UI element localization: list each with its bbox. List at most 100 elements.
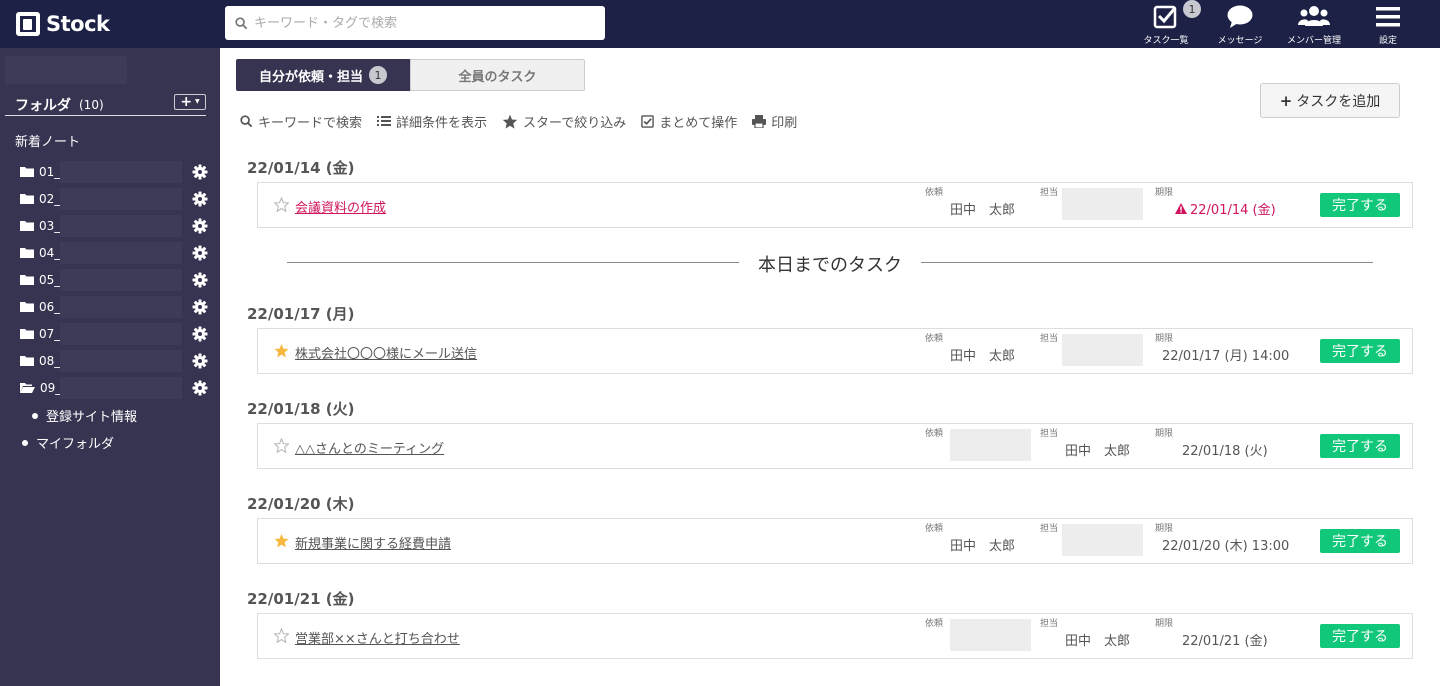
logo-icon: [16, 12, 40, 36]
plus-icon: +: [180, 94, 193, 110]
star-filled-icon[interactable]: [274, 343, 289, 358]
nav-settings-label: 設定: [1378, 36, 1397, 46]
folder-name-hidden: [60, 215, 182, 237]
task-title-link[interactable]: 営業部××さんと打ち合わせ: [295, 628, 460, 647]
requester-name: 田中 太郎: [950, 539, 1016, 554]
due-date-text: 22/01/20 (木) 13:00: [1162, 539, 1290, 554]
bulk-action-button[interactable]: まとめて操作: [641, 112, 737, 131]
print-button[interactable]: 印刷: [752, 112, 797, 131]
sidebar-folder-item[interactable]: 07_: [20, 323, 210, 345]
my-folder-label: マイフォルダ: [36, 437, 115, 452]
sidebar-item-my-folder[interactable]: マイフォルダ: [22, 433, 114, 452]
sidebar-folder-item[interactable]: 06_: [20, 296, 210, 318]
folder-count: (10): [79, 97, 104, 112]
gear-icon[interactable]: [192, 380, 208, 396]
star-filled-icon[interactable]: [274, 533, 289, 548]
add-task-button[interactable]: + タスクを追加: [1260, 83, 1400, 118]
star-outline-icon[interactable]: [274, 197, 289, 212]
gear-icon[interactable]: [192, 299, 208, 315]
app-logo[interactable]: Stock: [16, 10, 110, 38]
requester-avatar-placeholder: [950, 429, 1031, 461]
task-title-link[interactable]: 株式会社〇〇〇様にメール送信: [295, 343, 477, 362]
folder-name-hidden: [60, 296, 182, 318]
requester-name: 田中 太郎: [950, 203, 1016, 218]
requester-label: 依頼: [925, 429, 944, 439]
gear-icon[interactable]: [192, 326, 208, 342]
keyword-search-button[interactable]: キーワードで検索: [240, 112, 362, 131]
warning-icon: [1175, 203, 1187, 214]
search-input[interactable]: [254, 15, 594, 31]
advanced-filter-button[interactable]: 詳細条件を表示: [377, 112, 487, 131]
task-row: △△さんとのミーティング 依頼 担当 期限 田中 太郎 22/01/18 (火) 完了する: [257, 423, 1413, 469]
sidebar-folder-item[interactable]: 03_: [20, 215, 210, 237]
due-date-text: 22/01/18 (火): [1182, 444, 1268, 459]
folder-name-hidden: [60, 377, 182, 399]
folder-icon: [20, 329, 34, 339]
bullet-icon: [22, 439, 28, 446]
task-title-link[interactable]: △△さんとのミーティング: [295, 438, 444, 457]
task-toolbar: キーワードで検索 詳細条件を表示 スターで絞り込み まとめて操作 印刷: [240, 111, 812, 131]
sidebar-folder-item[interactable]: 09_: [20, 377, 210, 399]
sidebar-folder-item[interactable]: 04_: [20, 242, 210, 264]
gear-icon[interactable]: [192, 218, 208, 234]
sidebar-folder-item[interactable]: 08_: [20, 350, 210, 372]
gear-icon[interactable]: [192, 245, 208, 261]
chat-bubble-icon: [1227, 5, 1253, 28]
folder-icon: [20, 221, 34, 231]
search-box[interactable]: [225, 6, 605, 40]
assignee-label: 担当: [1040, 188, 1059, 198]
nav-settings[interactable]: 設定: [1362, 0, 1414, 48]
complete-task-button[interactable]: 完了する: [1320, 529, 1400, 553]
gear-icon[interactable]: [192, 164, 208, 180]
gear-icon[interactable]: [192, 272, 208, 288]
date-heading: 22/01/18 (火): [247, 400, 355, 418]
folder-icon: [20, 356, 34, 366]
bullet-icon: [32, 412, 38, 419]
gear-icon[interactable]: [192, 191, 208, 207]
complete-task-button[interactable]: 完了する: [1320, 339, 1400, 363]
nav-messages-label: メッセージ: [1217, 36, 1263, 46]
complete-task-button[interactable]: 完了する: [1320, 193, 1400, 217]
tab-mine-label: 自分が依頼・担当: [258, 69, 363, 85]
folder-name: 03_: [39, 219, 61, 233]
tab-all-label: 全員のタスク: [458, 69, 537, 85]
sidebar-item-new-notes[interactable]: 新着ノート: [15, 131, 80, 150]
subfolder-item[interactable]: 登録サイト情報: [32, 406, 137, 425]
folder-name-hidden: [60, 323, 182, 345]
requester-label: 依頼: [925, 188, 944, 198]
sidebar-folder-item[interactable]: 02_: [20, 188, 210, 210]
due-date-text: 22/01/21 (金): [1182, 634, 1268, 649]
tab-all[interactable]: 全員のタスク: [410, 59, 585, 91]
gear-icon[interactable]: [192, 353, 208, 369]
search-icon: [240, 114, 253, 127]
star-filter-label: スターで絞り込み: [523, 115, 627, 131]
star-outline-icon[interactable]: [274, 628, 289, 643]
task-title-link[interactable]: 会議資料の作成: [295, 197, 386, 216]
star-outline-icon[interactable]: [274, 438, 289, 453]
today-divider-label: 本日までのタスク: [758, 255, 902, 276]
complete-task-button[interactable]: 完了する: [1320, 434, 1400, 458]
subfolder-label: 登録サイト情報: [46, 410, 138, 425]
folder-name-hidden: [60, 188, 182, 210]
star-filter-button[interactable]: スターで絞り込み: [502, 112, 626, 131]
sidebar-folder-item[interactable]: 01_: [20, 161, 210, 183]
complete-task-button[interactable]: 完了する: [1320, 624, 1400, 648]
caret-down-icon: ▼: [195, 98, 200, 105]
assignee-name: 田中 太郎: [1065, 634, 1131, 649]
due-label: 期限: [1155, 188, 1174, 198]
nav-members[interactable]: メンバー管理: [1282, 0, 1346, 48]
folder-name-hidden: [60, 242, 182, 264]
date-heading: 22/01/17 (月): [247, 305, 355, 323]
tab-mine[interactable]: 自分が依頼・担当 1: [236, 59, 410, 91]
keyword-search-label: キーワードで検索: [258, 115, 363, 131]
star-icon: [502, 114, 518, 129]
task-title-link[interactable]: 新規事業に関する経費申請: [295, 533, 451, 552]
assignee-label: 担当: [1040, 429, 1059, 439]
folder-add-button[interactable]: + ▼: [174, 94, 206, 110]
users-icon: [1298, 6, 1330, 26]
folder-name-hidden: [60, 161, 182, 183]
sidebar-folder-item[interactable]: 05_: [20, 269, 210, 291]
due-date-text: 22/01/17 (月) 14:00: [1162, 349, 1290, 364]
nav-messages[interactable]: メッセージ: [1212, 0, 1268, 48]
due-date-overdue: 22/01/14 (金): [1175, 199, 1276, 218]
